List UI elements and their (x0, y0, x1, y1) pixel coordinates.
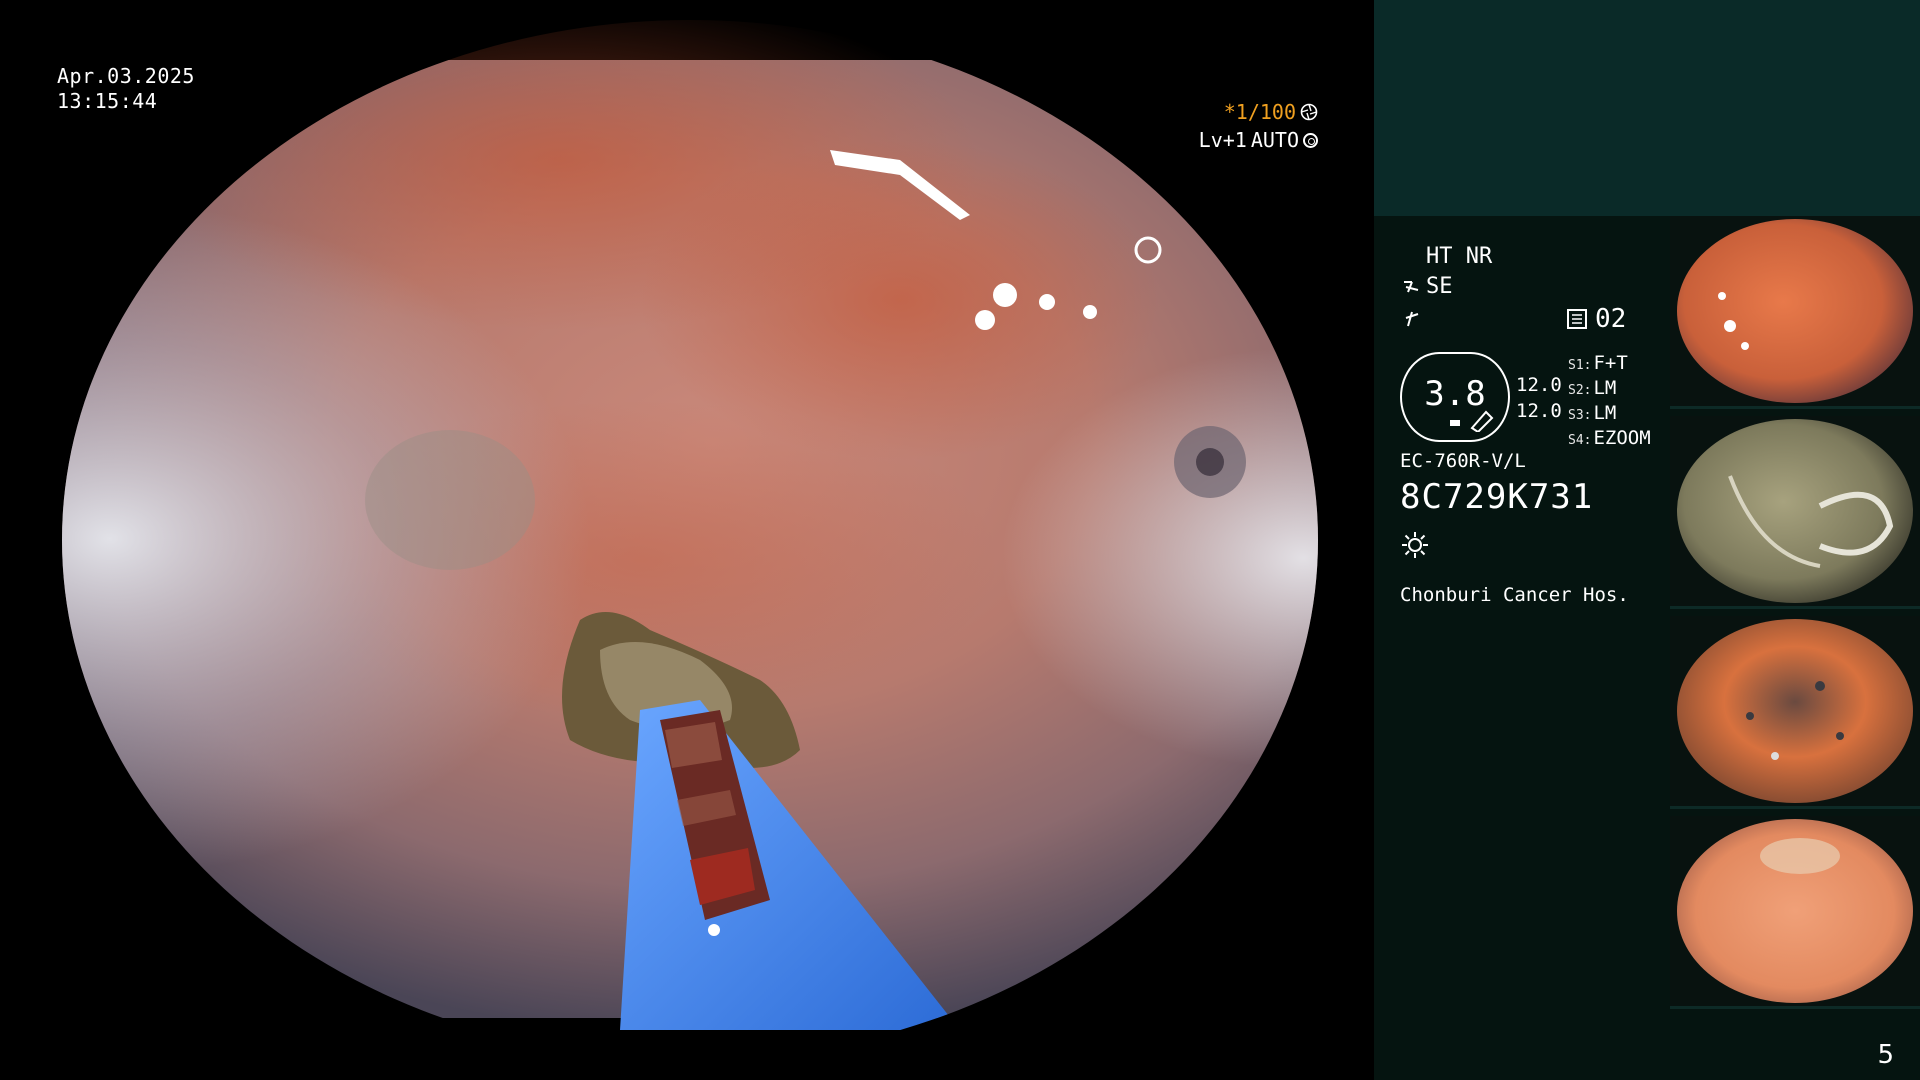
structure-enhance-icon (1404, 281, 1419, 293)
thumbnail-4[interactable] (1670, 816, 1920, 1009)
aperture-icon (1300, 103, 1318, 121)
switch-s2-key: S2: (1568, 383, 1592, 398)
shutter-value: *1/100 (1223, 100, 1296, 124)
thumbnail-2[interactable] (1670, 416, 1920, 609)
thumbnail-3[interactable] (1670, 616, 1920, 809)
scope-serial: 8C729K731 (1400, 477, 1594, 517)
thumbnail-strip (1670, 216, 1920, 1016)
status-panel: HT NR SE 02 3.8 12.0 12.0 S1: F+T S2: LM S… (1374, 0, 1920, 1080)
datetime-display: Apr.03.2025 13:15:44 (57, 64, 195, 114)
date-label: Apr.03.2025 (57, 64, 195, 88)
ring-icon (1303, 132, 1318, 148)
switch-s3-value: LM (1593, 402, 1617, 424)
light-icon (1402, 532, 1428, 558)
endoscopic-image (0, 0, 1372, 1080)
thumbnail-2-image (1677, 419, 1913, 603)
switch-s4-value: EZOOM (1593, 427, 1651, 449)
exposure-display: *1/100 Lv+1 AUTO (1199, 98, 1318, 154)
endoscope-view: Apr.03.2025 13:15:44 *1/100 Lv+1 AUTO (0, 0, 1372, 1080)
scope-info: HT NR SE 02 3.8 12.0 12.0 S1: F+T S2: LM S… (1374, 216, 1670, 1080)
thumbnail-1-image (1677, 219, 1913, 403)
memory-icon (1567, 309, 1587, 329)
color-mode-icon (1405, 311, 1419, 327)
mode-value: AUTO (1250, 128, 1299, 152)
panel-header (1374, 0, 1920, 216)
memory-value: 02 (1595, 304, 1627, 334)
switch-s4: S4: EZOOM (1568, 425, 1651, 454)
pencil-icon (1470, 410, 1494, 432)
switch-s2-value: LM (1593, 377, 1617, 399)
switch-s3-key: S3: (1568, 408, 1592, 423)
scope-model: EC-760R-V/L (1400, 450, 1526, 472)
time-label: 13:15:44 (57, 89, 158, 113)
thumbnail-3-image (1677, 619, 1913, 803)
hospital-name: Chonburi Cancer Hos. (1400, 584, 1629, 606)
zoom-indicator: 3.8 (1400, 352, 1510, 442)
value-1: 12.0 (1516, 374, 1562, 396)
switch-s4-key: S4: (1568, 433, 1592, 448)
thumbnail-4-image (1677, 819, 1913, 1003)
level-value: Lv+1 (1198, 128, 1247, 152)
value-2: 12.0 (1516, 400, 1562, 422)
thumbnail-1[interactable] (1670, 216, 1920, 409)
page-number: 5 (1877, 1040, 1894, 1070)
ht-nr-label: HT NR (1426, 244, 1493, 269)
switch-s1-value: F+T (1593, 352, 1628, 374)
zoom-marker (1450, 420, 1460, 426)
switch-s1-key: S1: (1568, 358, 1592, 373)
se-label: SE (1426, 274, 1453, 299)
